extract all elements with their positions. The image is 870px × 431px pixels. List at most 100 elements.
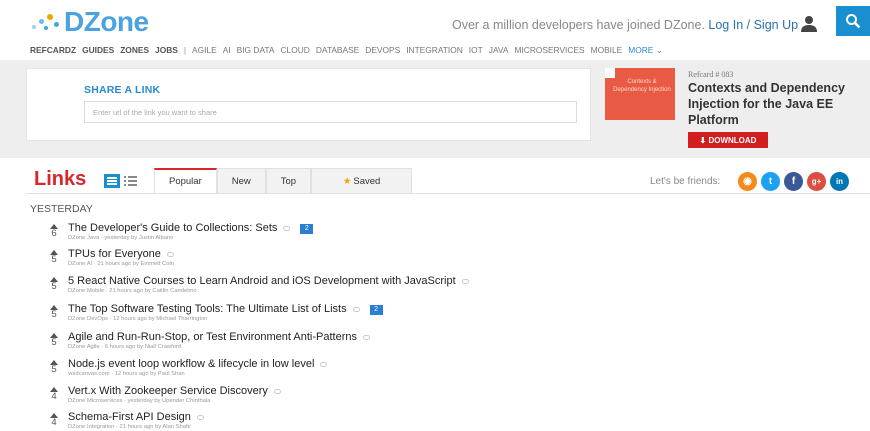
twitter-icon[interactable]: t bbox=[761, 172, 780, 191]
nav-zones[interactable]: ZONES bbox=[120, 45, 149, 55]
link-title[interactable]: TPUs for Everyone bbox=[68, 248, 161, 260]
nav-iot[interactable]: IOT bbox=[469, 45, 483, 55]
list-item: 5 Agile and Run-Run-Stop, or Test Enviro… bbox=[48, 331, 668, 355]
vote-count: 5 bbox=[51, 337, 57, 348]
external-link-icon[interactable] bbox=[196, 414, 204, 420]
tab-saved-label: Saved bbox=[353, 175, 381, 187]
linkedin-icon[interactable]: in bbox=[830, 172, 849, 191]
nav-more-dropdown[interactable]: MORE ⌄ bbox=[628, 45, 662, 55]
nav-ai[interactable]: AI bbox=[223, 45, 231, 55]
share-link-title: SHARE A LINK bbox=[84, 84, 161, 96]
google-plus-icon[interactable]: g+ bbox=[807, 172, 826, 191]
link-meta: voidcanvas.com · 12 hours ago by Paul Sh… bbox=[68, 371, 185, 377]
link-meta: DZone Mobile · 21 hours ago by Caitlin C… bbox=[68, 288, 197, 294]
refcard-title[interactable]: Contexts and Dependency Injection for th… bbox=[688, 80, 863, 128]
vote-widget[interactable]: 6 bbox=[48, 222, 60, 239]
vote-count: 5 bbox=[51, 254, 57, 265]
link-title[interactable]: Agile and Run-Run-Stop, or Test Environm… bbox=[68, 331, 357, 343]
download-button[interactable]: ⬇ DOWNLOAD bbox=[688, 132, 768, 148]
dzone-logo[interactable]: DZone bbox=[30, 6, 149, 38]
links-heading: Links bbox=[34, 168, 87, 190]
external-link-icon[interactable] bbox=[273, 388, 281, 394]
list-view-icon[interactable] bbox=[124, 174, 138, 188]
nav-agile[interactable]: AGILE bbox=[192, 45, 217, 55]
link-meta: DZone Microservices · yesterday by Upend… bbox=[68, 398, 211, 404]
link-title[interactable]: 5 React Native Courses to Learn Android … bbox=[68, 275, 456, 287]
list-item: 4 Vert.x With Zookeeper Service Discover… bbox=[48, 385, 668, 409]
external-link-icon[interactable] bbox=[283, 225, 291, 231]
link-title[interactable]: The Top Software Testing Tools: The Ulti… bbox=[68, 303, 347, 315]
search-icon bbox=[846, 14, 861, 29]
link-title[interactable]: Vert.x With Zookeeper Service Discovery bbox=[68, 385, 268, 397]
logo-dots-icon bbox=[30, 11, 64, 33]
header: DZone Over a million developers have joi… bbox=[0, 0, 870, 40]
list-item: 5 The Top Software Testing Tools: The Ul… bbox=[48, 303, 668, 327]
refcard-cover-corner bbox=[605, 68, 615, 78]
tab-new[interactable]: New bbox=[216, 168, 266, 194]
main-nav: REFCARDZ GUIDES ZONES JOBS | AGILE AI BI… bbox=[0, 40, 870, 60]
external-link-icon[interactable] bbox=[320, 361, 328, 367]
logo-text: DZone bbox=[64, 6, 149, 37]
comment-count-badge[interactable]: 2 bbox=[300, 224, 314, 234]
facebook-icon[interactable]: f bbox=[784, 172, 803, 191]
list-item: 6 The Developer's Guide to Collections: … bbox=[48, 222, 668, 246]
vote-count: 5 bbox=[51, 364, 57, 375]
vote-widget[interactable]: 4 bbox=[48, 411, 60, 428]
refcard-cover-text: Contexts & Dependency Injection bbox=[613, 79, 671, 93]
nav-database[interactable]: DATABASE bbox=[316, 45, 359, 55]
rss-icon[interactable]: ◉ bbox=[738, 172, 757, 191]
user-icon[interactable] bbox=[800, 15, 818, 33]
nav-guides[interactable]: GUIDES bbox=[82, 45, 114, 55]
link-meta: DZone Integration · 21 hours ago by Alan… bbox=[68, 424, 191, 430]
nav-jobs[interactable]: JOBS bbox=[155, 45, 178, 55]
list-item: 5 Node.js event loop workflow & lifecycl… bbox=[48, 358, 668, 382]
link-meta: DZone Agile · 6 hours ago by Niall Crawf… bbox=[68, 344, 182, 350]
nav-separator: | bbox=[183, 45, 187, 55]
vote-widget[interactable]: 5 bbox=[48, 275, 60, 292]
nav-mobile[interactable]: MOBILE bbox=[591, 45, 623, 55]
vote-count: 6 bbox=[51, 228, 57, 239]
external-link-icon[interactable] bbox=[166, 251, 174, 257]
external-link-icon[interactable] bbox=[352, 306, 360, 312]
external-link-icon[interactable] bbox=[461, 278, 469, 284]
nav-microservices[interactable]: MICROSERVICES bbox=[514, 45, 584, 55]
tagline: Over a million developers have joined DZ… bbox=[452, 18, 798, 32]
nav-cloud[interactable]: CLOUD bbox=[281, 45, 310, 55]
link-meta: DZone AI · 21 hours ago by Emmett Coin bbox=[68, 261, 175, 267]
nav-devops[interactable]: DEVOPS bbox=[365, 45, 400, 55]
refcard-number: Refcard # 083 bbox=[688, 70, 734, 79]
vote-widget[interactable]: 5 bbox=[48, 331, 60, 348]
share-url-input[interactable] bbox=[84, 101, 577, 123]
signup-link[interactable]: Sign Up bbox=[754, 18, 798, 32]
section-label: YESTERDAY bbox=[30, 203, 93, 215]
nav-refcardz[interactable]: REFCARDZ bbox=[30, 45, 76, 55]
link-title[interactable]: The Developer's Guide to Collections: Se… bbox=[68, 222, 277, 234]
vote-widget[interactable]: 5 bbox=[48, 303, 60, 320]
tab-popular[interactable]: Popular bbox=[154, 168, 217, 194]
search-button[interactable] bbox=[836, 6, 870, 36]
refcard-cover-image[interactable]: Contexts & Dependency Injection bbox=[605, 68, 675, 120]
nav-integration[interactable]: INTEGRATION bbox=[406, 45, 463, 55]
login-link[interactable]: Log In bbox=[708, 18, 743, 32]
star-icon: ★ bbox=[342, 175, 352, 187]
login-separator: / bbox=[743, 18, 754, 32]
card-view-icon[interactable] bbox=[104, 174, 120, 188]
link-title[interactable]: Node.js event loop workflow & lifecycle … bbox=[68, 358, 314, 370]
comment-count-badge[interactable]: 2 bbox=[369, 305, 383, 315]
link-meta: DZone Java · yesterday by Justin Albano bbox=[68, 235, 174, 241]
nav-big-data[interactable]: BIG DATA bbox=[237, 45, 275, 55]
external-link-icon[interactable] bbox=[363, 334, 371, 340]
list-item: 4 Schema-First API Design DZone Integrat… bbox=[48, 411, 668, 431]
link-meta: DZone DevOps · 12 hours ago by Michael T… bbox=[68, 316, 208, 322]
vote-count: 5 bbox=[51, 281, 57, 292]
vote-widget[interactable]: 4 bbox=[48, 385, 60, 402]
vote-widget[interactable]: 5 bbox=[48, 358, 60, 375]
tab-saved[interactable]: ★ Saved bbox=[311, 168, 413, 194]
vote-widget[interactable]: 5 bbox=[48, 248, 60, 265]
tab-top[interactable]: Top bbox=[265, 168, 312, 194]
links-tabs: Popular New Top ★ Saved bbox=[154, 168, 413, 194]
link-title[interactable]: Schema-First API Design bbox=[68, 411, 191, 423]
list-item: 5 TPUs for Everyone DZone AI · 21 hours … bbox=[48, 248, 668, 272]
tabs-divider bbox=[26, 193, 870, 194]
nav-java[interactable]: JAVA bbox=[489, 45, 509, 55]
